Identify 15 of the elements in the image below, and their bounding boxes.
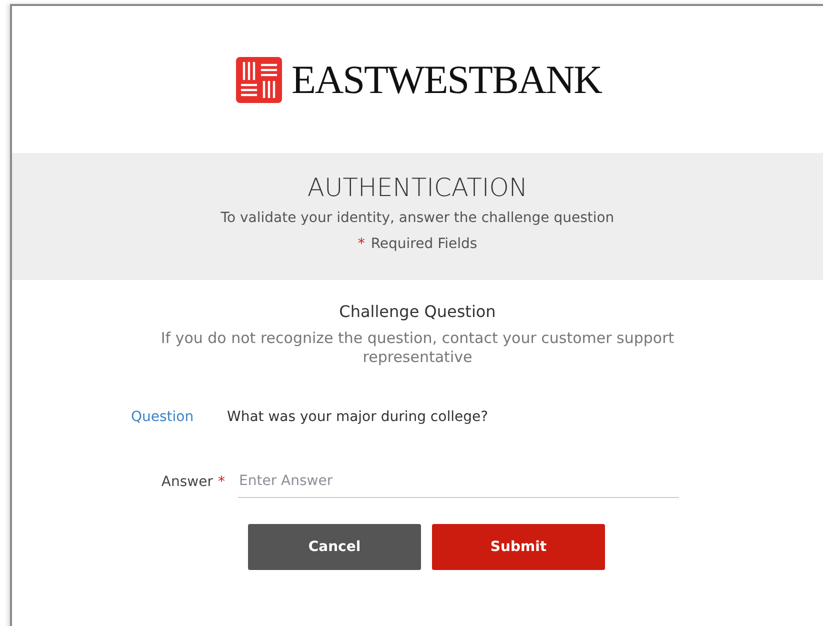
- answer-label: Answer: [161, 474, 213, 490]
- logo-icon: [235, 56, 284, 104]
- required-mark: *: [218, 474, 225, 490]
- submit-button[interactable]: Submit: [432, 524, 605, 570]
- question-label: Question: [131, 409, 195, 425]
- page-title: AUTHENTICATION: [307, 173, 528, 202]
- section-note: If you do not recognize the question, contact your customer support representative: [160, 329, 676, 367]
- section-title: Challenge Question: [339, 302, 496, 321]
- cancel-button[interactable]: Cancel: [248, 524, 421, 570]
- required-mark: *: [358, 236, 365, 252]
- logo-wordmark: EAST WEST BANK: [291, 56, 602, 103]
- subtitle: To validate your identity, answer the challenge question: [220, 210, 614, 226]
- answer-field[interactable]: Enter Answer: [238, 465, 679, 498]
- question-text: What was your major during college?: [227, 409, 488, 425]
- required-note: Required Fields: [370, 236, 478, 252]
